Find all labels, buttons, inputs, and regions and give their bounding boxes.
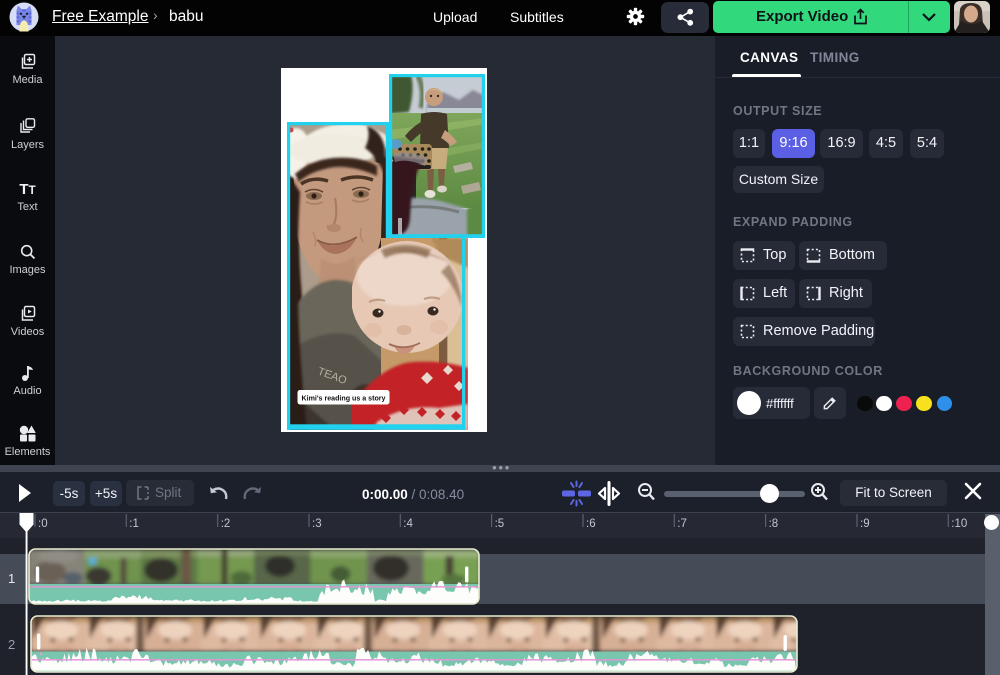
svg-text:Kimi's reading us a story: Kimi's reading us a story — [302, 393, 387, 402]
